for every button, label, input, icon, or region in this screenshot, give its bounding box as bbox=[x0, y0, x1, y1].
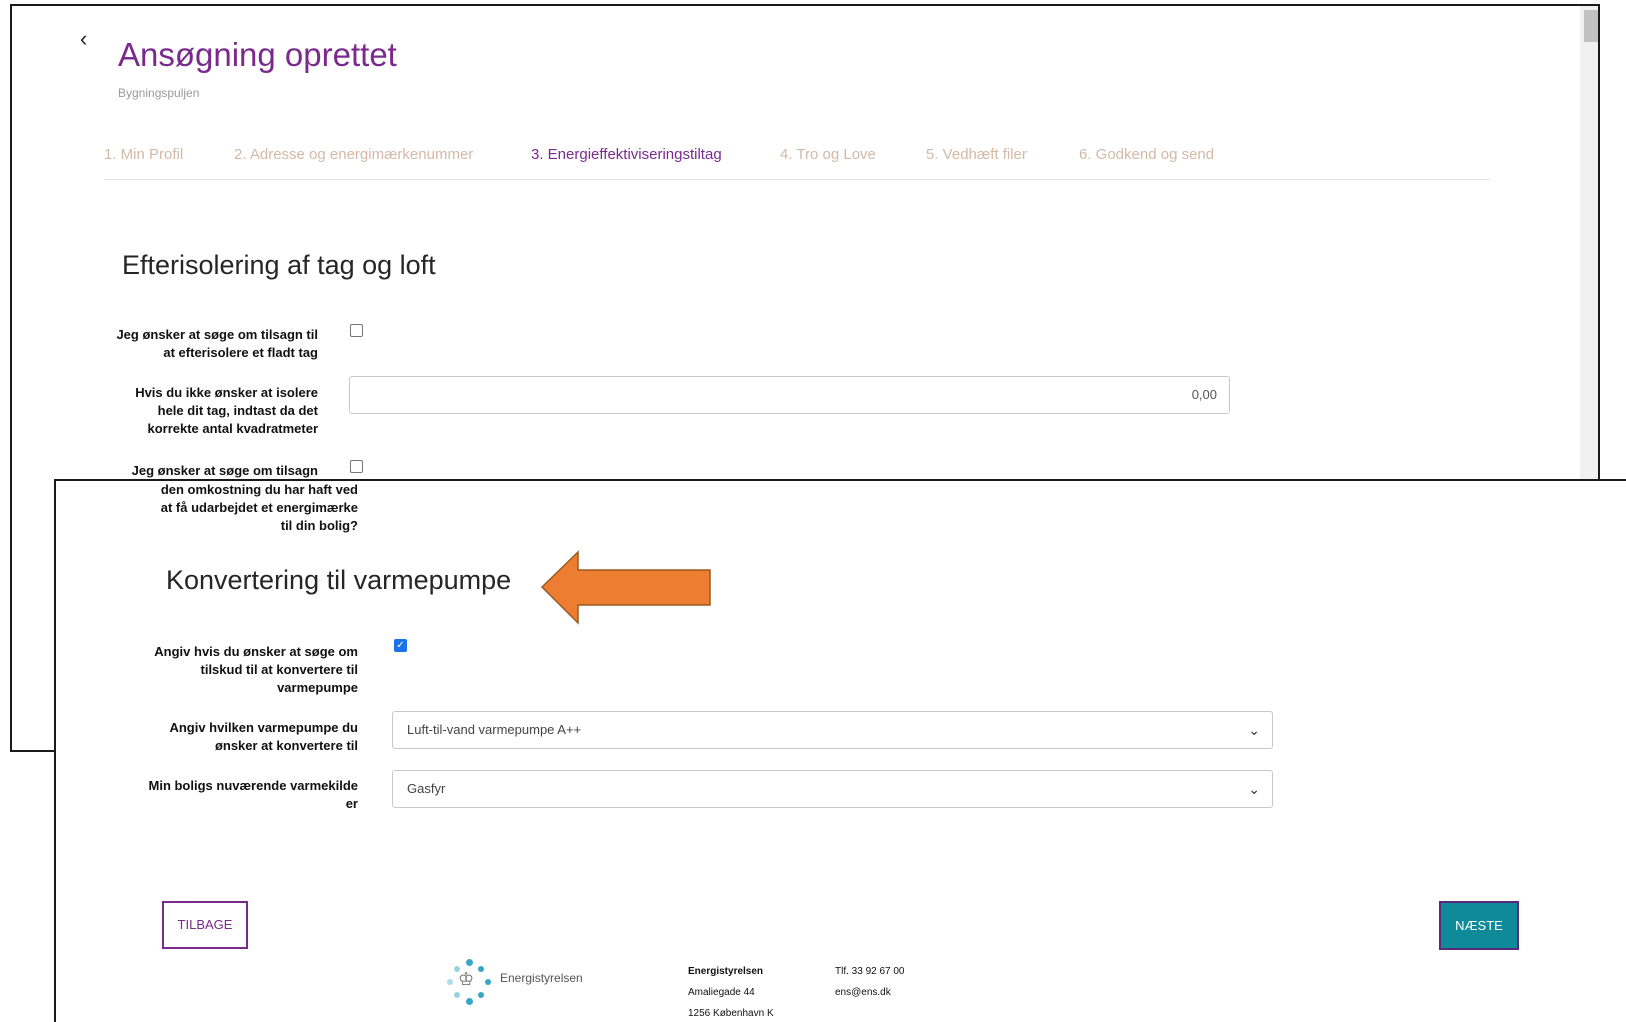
footer-city: 1256 København K bbox=[688, 1008, 774, 1019]
energistyrelsen-logo: ♔ bbox=[444, 957, 504, 1007]
step-godkend-og-send[interactable]: 6. Godkend og send bbox=[1079, 146, 1214, 163]
pump-type-label: Angiv hvilken varmepumpe du ønsker at ko… bbox=[169, 720, 358, 753]
footer-street: Amaliegade 44 bbox=[688, 987, 755, 998]
back-button[interactable]: TILBAGE bbox=[162, 901, 248, 949]
current-source-label: Min boligs nuværende varmekilde er bbox=[148, 778, 359, 811]
flat-roof-label: Jeg ønsker at søge om tilsagn til at eft… bbox=[116, 327, 318, 360]
heatpump-convert-checkbox[interactable]: ✓ bbox=[394, 639, 407, 652]
roof-area-label: Hvis du ikke ønsker at isolere hele dit … bbox=[135, 385, 318, 436]
step-min-profil[interactable]: 1. Min Profil bbox=[104, 146, 183, 163]
footer-phone: Tlf. 33 92 67 00 bbox=[835, 966, 905, 977]
section-title-heatpump: Konvertering til varmepumpe bbox=[166, 565, 512, 595]
next-button[interactable]: NÆSTE bbox=[1439, 901, 1519, 950]
current-source-value: Gasfyr bbox=[407, 781, 446, 796]
scrollbar-thumb[interactable] bbox=[1584, 10, 1598, 42]
energy-label-checkbox[interactable] bbox=[350, 460, 363, 473]
page-title: Ansøgning oprettet bbox=[118, 36, 397, 73]
footer-email[interactable]: ens@ens.dk bbox=[835, 987, 891, 998]
chevron-down-icon: ⌄ bbox=[1248, 781, 1260, 797]
logo-text: Energistyrelsen bbox=[500, 971, 583, 985]
pump-type-select[interactable]: Luft-til-vand varmepumpe A++ ⌄ bbox=[392, 711, 1273, 749]
screenshot-heatpump-section: den omkostning du har haft ved at få uda… bbox=[54, 479, 1626, 1022]
section-title-roof: Efterisolering af tag og loft bbox=[122, 250, 436, 280]
chevron-left-icon[interactable]: ‹ bbox=[80, 26, 87, 52]
flat-roof-checkbox[interactable] bbox=[350, 324, 363, 337]
step-energieffektivisering[interactable]: 3. Energieffektiviseringstiltag bbox=[531, 146, 722, 163]
steps-divider bbox=[104, 179, 1490, 180]
footer-org-name: Energistyrelsen bbox=[688, 966, 764, 977]
pump-type-value: Luft-til-vand varmepumpe A++ bbox=[407, 722, 582, 737]
energy-label-label-continued: den omkostning du har haft ved at få uda… bbox=[160, 482, 358, 533]
energy-label-label: Jeg ønsker at søge om tilsagn bbox=[131, 463, 318, 478]
crown-icon: ♔ bbox=[458, 969, 475, 989]
heatpump-convert-label: Angiv hvis du ønsker at søge om tilskud … bbox=[154, 644, 358, 695]
step-vedhaeft-filer[interactable]: 5. Vedhæft filer bbox=[926, 146, 1027, 163]
current-source-select[interactable]: Gasfyr ⌄ bbox=[392, 770, 1273, 808]
step-adresse[interactable]: 2. Adresse og energimærkenummer bbox=[234, 146, 473, 163]
step-tro-og-love[interactable]: 4. Tro og Love bbox=[780, 146, 876, 163]
page-subtitle: Bygningspuljen bbox=[118, 86, 200, 100]
chevron-down-icon: ⌄ bbox=[1248, 722, 1260, 738]
roof-area-input[interactable]: 0,00 bbox=[349, 376, 1230, 414]
annotation-arrow bbox=[540, 550, 711, 625]
